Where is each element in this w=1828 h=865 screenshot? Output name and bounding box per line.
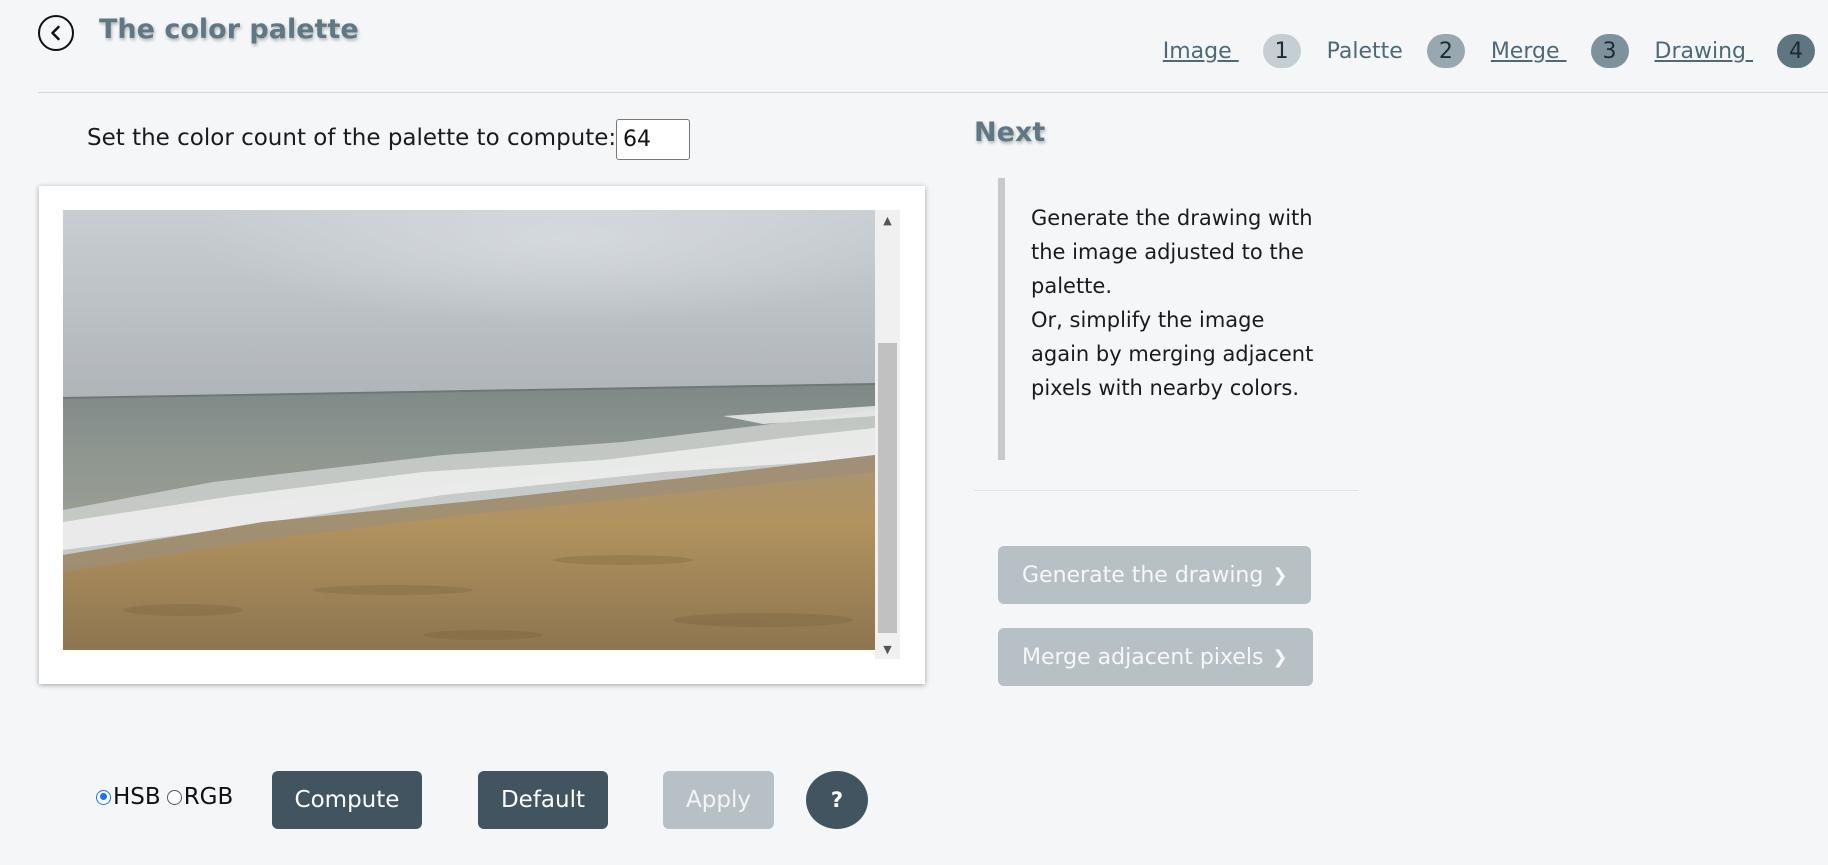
step-merge: Merge 3 xyxy=(1491,34,1629,68)
step-palette: Palette 2 xyxy=(1327,34,1465,68)
step-merge-number-badge: 3 xyxy=(1590,34,1629,68)
help-button[interactable]: ? xyxy=(806,771,868,829)
next-section-title: Next xyxy=(974,117,1046,148)
hsb-radio-label[interactable]: HSB xyxy=(113,784,161,810)
step-merge-link[interactable]: Merge xyxy=(1491,39,1567,64)
generate-drawing-label: Generate the drawing xyxy=(1022,562,1264,588)
chevron-left-icon xyxy=(51,25,60,41)
step-drawing: Drawing 4 xyxy=(1655,34,1815,68)
next-description: Generate the drawing with the image adju… xyxy=(998,178,1328,460)
chevron-right-icon: ❯ xyxy=(1272,564,1288,586)
color-count-input[interactable] xyxy=(616,119,690,160)
color-mode-radio-group: HSB RGB xyxy=(96,784,239,810)
step-palette-number-badge: 2 xyxy=(1426,34,1465,68)
merge-pixels-button[interactable]: Merge adjacent pixels ❯ xyxy=(998,628,1313,686)
compute-button[interactable]: Compute xyxy=(272,771,422,829)
generate-drawing-button[interactable]: Generate the drawing ❯ xyxy=(998,546,1311,604)
default-button[interactable]: Default xyxy=(478,771,608,829)
step-palette-label: Palette xyxy=(1326,38,1403,64)
rgb-radio[interactable] xyxy=(166,789,182,805)
scroll-up-icon[interactable]: ▲ xyxy=(875,210,900,230)
header-divider xyxy=(38,92,1828,93)
step-image: Image 1 xyxy=(1163,34,1301,68)
beach-photo xyxy=(63,210,875,650)
scrollbar-thumb[interactable] xyxy=(878,343,897,633)
image-preview-panel: ▲ ▼ xyxy=(39,186,925,684)
next-divider xyxy=(974,490,1358,491)
page-title: The color palette xyxy=(99,14,359,45)
merge-pixels-label: Merge adjacent pixels xyxy=(1022,644,1264,670)
rgb-radio-label[interactable]: RGB xyxy=(184,784,234,810)
step-drawing-link[interactable]: Drawing xyxy=(1655,39,1753,64)
apply-button[interactable]: Apply xyxy=(663,771,774,829)
step-image-link[interactable]: Image xyxy=(1163,39,1239,64)
next-description-line: Generate the drawing with the image adju… xyxy=(1031,206,1313,298)
next-description-line: Or, simplify the image again by merging … xyxy=(1031,308,1314,400)
back-button[interactable] xyxy=(38,15,74,51)
image-scrollbar[interactable]: ▲ ▼ xyxy=(875,210,900,659)
step-drawing-number-badge: 4 xyxy=(1777,34,1815,68)
scroll-down-icon[interactable]: ▼ xyxy=(875,639,900,659)
chevron-right-icon: ❯ xyxy=(1272,646,1288,668)
hsb-radio[interactable] xyxy=(96,789,111,805)
step-image-number-badge: 1 xyxy=(1262,34,1301,68)
step-navigation: Image 1 Palette 2 Merge 3 Drawing 4 xyxy=(1163,34,1815,68)
color-count-label: Set the color count of the palette to co… xyxy=(87,125,617,151)
